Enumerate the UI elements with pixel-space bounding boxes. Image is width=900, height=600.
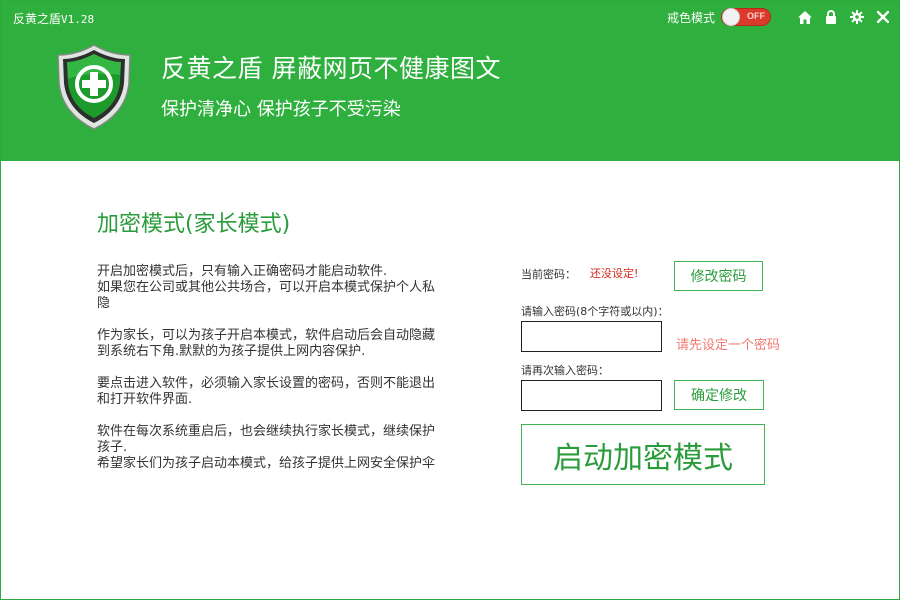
password-hint: 请先设定一个密码 [676,338,781,353]
toggle-knob [722,8,740,26]
password-input[interactable] [521,321,662,352]
current-password-label: 当前密码： [521,268,576,281]
current-password-status: 还没设定! [590,267,639,280]
app-slogan: 保护清净心 保护孩子不受污染 [161,99,401,120]
toggle-state-text: OFF [747,11,765,21]
section-title: 加密模式(家长模式) [97,212,291,237]
confirm-change-button[interactable]: 确定修改 [674,380,764,410]
description-paragraph: 要点击进入软件，必须输入家长设置的密码，否则不能退出和打开软件界面. [97,376,436,407]
home-icon[interactable] [797,9,813,25]
app-window: 反黄之盾V1.28 戒色模式 OFF 反黄之盾 屏蔽网页不健康图文 保护清净心 … [0,0,900,600]
app-version: V1.28 [61,13,95,26]
app-name: 反黄之盾 [13,12,62,26]
change-password-button[interactable]: 修改密码 [674,261,763,291]
repeat-password-input[interactable] [521,380,662,411]
description-paragraph: 作为家长，可以为孩子开启本模式，软件启动后会自动隐藏到系统右下角.默默的为孩子提… [97,328,436,359]
lock-icon[interactable] [823,9,839,25]
abstain-mode-toggle[interactable]: OFF [721,8,771,26]
close-icon[interactable] [875,9,891,25]
abstain-mode-label: 戒色模式 [666,10,715,25]
password-field-label: 请输入密码(8个字符或以内)： [521,305,669,318]
repeat-password-label: 请再次输入密码： [521,364,609,377]
mode-description: 开启加密模式后，只有输入正确密码才能启动软件. 如果您在公司或其他公共场合，可以… [97,264,437,488]
start-encryption-button[interactable]: 启动加密模式 [521,424,765,485]
app-headline: 反黄之盾 屏蔽网页不健康图文 [161,54,501,83]
shield-logo-icon [56,43,132,131]
title-bar-controls: 戒色模式 OFF [667,7,891,27]
header-banner: 反黄之盾V1.28 戒色模式 OFF 反黄之盾 屏蔽网页不健康图文 保护清净心 … [1,1,899,161]
description-paragraph: 软件在每次系统重启后，也会继续执行家长模式，继续保护孩子. 希望家长们为孩子启动… [97,424,436,471]
description-paragraph: 开启加密模式后，只有输入正确密码才能启动软件. 如果您在公司或其他公共场合，可以… [97,264,436,311]
gear-icon[interactable] [849,9,865,25]
window-title: 反黄之盾V1.28 [13,10,94,27]
